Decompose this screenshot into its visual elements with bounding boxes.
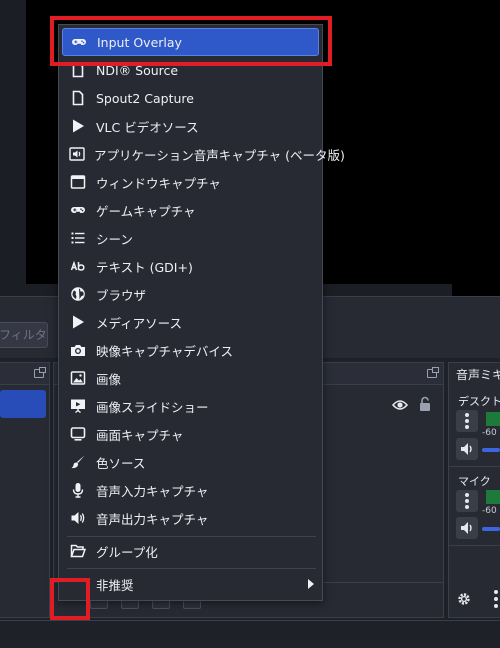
app-audio-icon [69,145,85,163]
volume-meter [486,412,500,426]
play-icon [69,313,87,331]
menu-item-browser[interactable]: ブラウザ [62,280,320,308]
menu-item-label: 画像 [96,371,122,387]
brush-icon [69,453,87,471]
text-ab-icon [69,257,87,275]
monitor-icon [69,425,87,443]
audio-channel-name: デスクトッ [458,395,500,408]
document-icon [69,89,87,107]
volume-slider[interactable] [482,527,500,531]
window-icon [69,173,87,191]
menu-item-label: ウィンドウキャプチャ [96,175,221,191]
menu-item-group[interactable]: グループ化 [62,537,320,565]
gamepad-icon [69,201,87,219]
menu-item-label: メディアソース [96,315,183,331]
menu-item-label: 画面キャプチャ [96,427,184,443]
menu-item-label: 画像スライドショー [96,399,209,415]
menu-item-audio-input-capture[interactable]: 音声入力キャプチャ [62,476,320,504]
camera-icon [69,341,87,359]
play-icon [69,117,87,135]
menu-item-image[interactable]: 画像 [62,364,320,392]
speaker-icon [69,509,87,527]
list-icon [69,229,87,247]
microphone-icon [69,481,87,499]
lock-icon[interactable] [419,396,431,412]
speaker-icon [461,443,472,455]
mute-button[interactable] [456,438,478,460]
menu-item-label: ブラウザ [96,287,147,303]
menu-item-label: Spout2 Capture [96,90,194,106]
add-source-context-menu: Input Overlay NDI® Source Spout2 Capture… [58,24,345,601]
menu-item-color-source[interactable]: 色ソース [62,448,320,476]
status-bar [0,620,500,648]
undock-icon[interactable] [427,367,439,378]
menu-item-label: グループ化 [96,544,158,560]
preview-edge [452,0,500,296]
filter-button[interactable]: フィルタ [0,322,48,348]
menu-item-label: VLC ビデオソース [96,119,199,135]
channel-menu-button[interactable] [456,410,478,432]
menu-item-text-gdi[interactable]: テキスト (GDI+) [62,252,320,280]
scenes-dock-header [0,363,49,385]
meter-db-label: -60 [482,428,497,438]
globe-icon [69,285,87,303]
volume-meter [486,490,500,504]
meter-db-label: -60 [482,506,497,516]
menu-item-window-capture[interactable]: ウィンドウキャプチャ [62,168,320,196]
menu-item-label: 非推奨 [96,577,134,593]
speaker-icon [461,522,472,534]
menu-item-label: 映像キャプチャデバイス [96,343,234,359]
menu-separator [67,568,316,569]
highlight-box-input-overlay [50,16,332,66]
menu-item-label: ゲームキャプチャ [96,203,196,219]
menu-item-spout2-capture[interactable]: Spout2 Capture [62,84,320,112]
menu-item-audio-output-capture[interactable]: 音声出力キャプチャ [62,504,320,532]
folder-open-icon [69,542,87,560]
slideshow-icon [69,397,87,415]
channel-divider [449,545,500,546]
chevron-right-icon [308,579,314,589]
volume-slider[interactable] [482,448,500,452]
menu-item-label: 音声入力キャプチャ [96,483,209,499]
audio-mixer-title: 音声ミキ [456,368,500,382]
more-options-icon[interactable] [494,590,498,608]
mute-button[interactable] [456,517,478,539]
menu-item-label: 色ソース [96,455,146,471]
menu-item-vlc-video-source[interactable]: VLC ビデオソース [62,112,320,140]
menu-item-media-source[interactable]: メディアソース [62,308,320,336]
menu-item-label: アプリケーション音声キャプチャ (ベータ版) [94,147,345,163]
menu-item-scene[interactable]: シーン [62,224,320,252]
menu-item-display-capture[interactable]: 画面キャプチャ [62,420,320,448]
image-icon [69,369,87,387]
highlight-box-add-source-button [50,578,90,620]
menu-item-game-capture[interactable]: ゲームキャプチャ [62,196,320,224]
eye-icon[interactable] [392,399,408,411]
undock-icon[interactable] [34,367,46,378]
menu-item-label: 音声出力キャプチャ [96,511,209,527]
menu-item-deprecated[interactable]: 非推奨 [62,570,320,598]
menu-item-image-slideshow[interactable]: 画像スライドショー [62,392,320,420]
gear-icon[interactable] [456,591,472,607]
selected-scene-item[interactable] [0,390,46,418]
audio-channel-name: マイク [458,475,491,488]
menu-item-application-audio-capture[interactable]: アプリケーション音声キャプチャ (ベータ版) [62,140,345,168]
channel-divider [449,466,500,467]
menu-item-label: シーン [96,231,133,247]
menu-item-video-capture-device[interactable]: 映像キャプチャデバイス [62,336,320,364]
menu-item-label: テキスト (GDI+) [96,259,193,275]
channel-menu-button[interactable] [456,490,478,512]
